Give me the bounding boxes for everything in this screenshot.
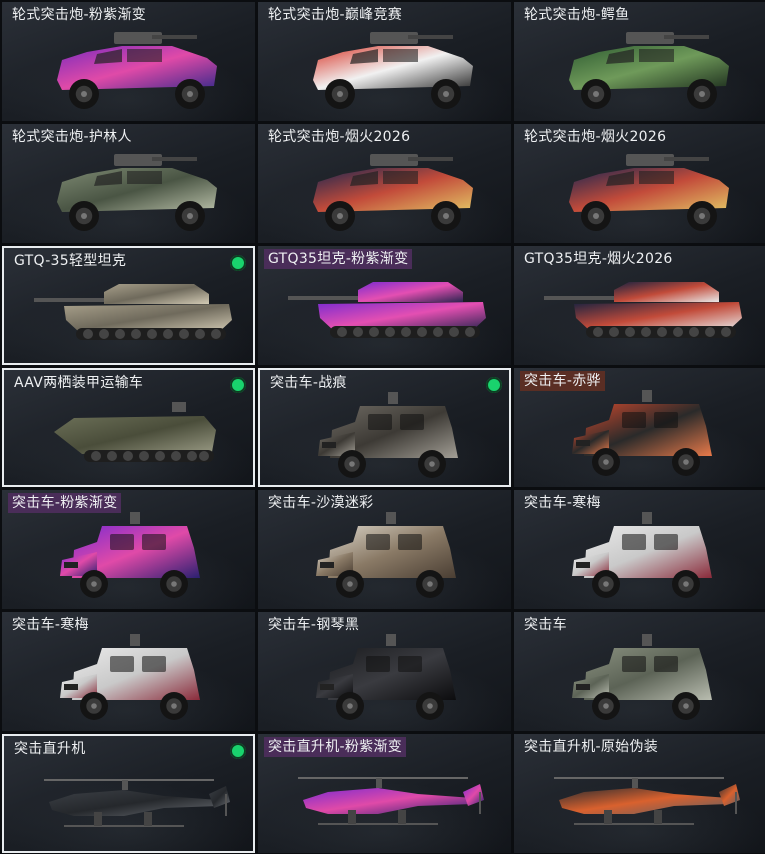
skin-card[interactable]: 轮式突击炮-护林人 [2, 124, 255, 243]
skin-card[interactable]: 突击车 [514, 612, 765, 731]
skin-card[interactable]: 轮式突击炮-粉紫渐变 [2, 2, 255, 121]
skin-name-label: GTQ35坦克-粉紫渐变 [264, 249, 413, 269]
skin-name-label: 轮式突击炮-烟火2026 [268, 129, 411, 145]
skin-name-label: 轮式突击炮-护林人 [12, 129, 132, 145]
skin-card[interactable]: 轮式突击炮-烟火2026 [258, 124, 511, 243]
skin-name-label: 轮式突击炮-鳄鱼 [524, 7, 630, 23]
skin-name-label: GTQ-35轻型坦克 [14, 253, 127, 269]
skin-card[interactable]: 突击车-寒梅 [2, 612, 255, 731]
skin-card[interactable]: GTQ35坦克-烟火2026 [514, 246, 765, 365]
skin-card[interactable]: 突击车-战痕 [258, 368, 511, 487]
skin-name-label: AAV两栖装甲运输车 [14, 375, 144, 391]
skin-name-label: 轮式突击炮-巅峰竞赛 [268, 7, 403, 23]
skin-card[interactable]: GTQ35坦克-粉紫渐变 [258, 246, 511, 365]
skin-name-label: 突击车-钢琴黑 [268, 617, 360, 633]
skin-card[interactable]: 突击直升机-粉紫渐变 [258, 734, 511, 853]
equipped-indicator-icon [230, 743, 246, 759]
skin-name-label: 突击车-粉紫渐变 [8, 493, 122, 513]
skin-card[interactable]: 突击直升机-原始伪装 [514, 734, 765, 853]
skin-name-label: 突击车-赤骅 [520, 371, 605, 391]
equipped-indicator-icon [486, 377, 502, 393]
skin-name-label: 轮式突击炮-粉紫渐变 [12, 7, 147, 23]
skin-card[interactable]: 突击车-钢琴黑 [258, 612, 511, 731]
skin-name-label: 突击车 [524, 617, 567, 633]
equipped-indicator-icon [230, 377, 246, 393]
skin-card[interactable]: 突击车-寒梅 [514, 490, 765, 609]
skin-card[interactable]: 突击直升机 [2, 734, 255, 853]
skin-name-label: 突击直升机 [14, 741, 86, 757]
skin-name-label: 突击车-沙漠迷彩 [268, 495, 374, 511]
skin-card[interactable]: 突击车-沙漠迷彩 [258, 490, 511, 609]
skin-card[interactable]: 轮式突击炮-烟火2026 [514, 124, 765, 243]
skin-name-label: 突击车-寒梅 [524, 495, 601, 511]
skin-card[interactable]: 突击车-赤骅 [514, 368, 765, 487]
skin-name-label: 突击车-寒梅 [12, 617, 89, 633]
skin-name-label: 突击直升机-原始伪装 [524, 739, 659, 755]
vehicle-skin-grid: 轮式突击炮-粉紫渐变 轮式突击炮-巅峰竞赛 轮式突击炮-鳄鱼 轮式突击炮-护林人 [0, 0, 765, 854]
skin-card[interactable]: GTQ-35轻型坦克 [2, 246, 255, 365]
skin-card[interactable]: 轮式突击炮-巅峰竞赛 [258, 2, 511, 121]
skin-name-label: GTQ35坦克-烟火2026 [524, 251, 673, 267]
skin-card[interactable]: 轮式突击炮-鳄鱼 [514, 2, 765, 121]
skin-name-label: 突击直升机-粉紫渐变 [264, 737, 407, 757]
skin-name-label: 突击车-战痕 [270, 375, 347, 391]
skin-card[interactable]: 突击车-粉紫渐变 [2, 490, 255, 609]
skin-card[interactable]: AAV两栖装甲运输车 [2, 368, 255, 487]
equipped-indicator-icon [230, 255, 246, 271]
skin-name-label: 轮式突击炮-烟火2026 [524, 129, 667, 145]
